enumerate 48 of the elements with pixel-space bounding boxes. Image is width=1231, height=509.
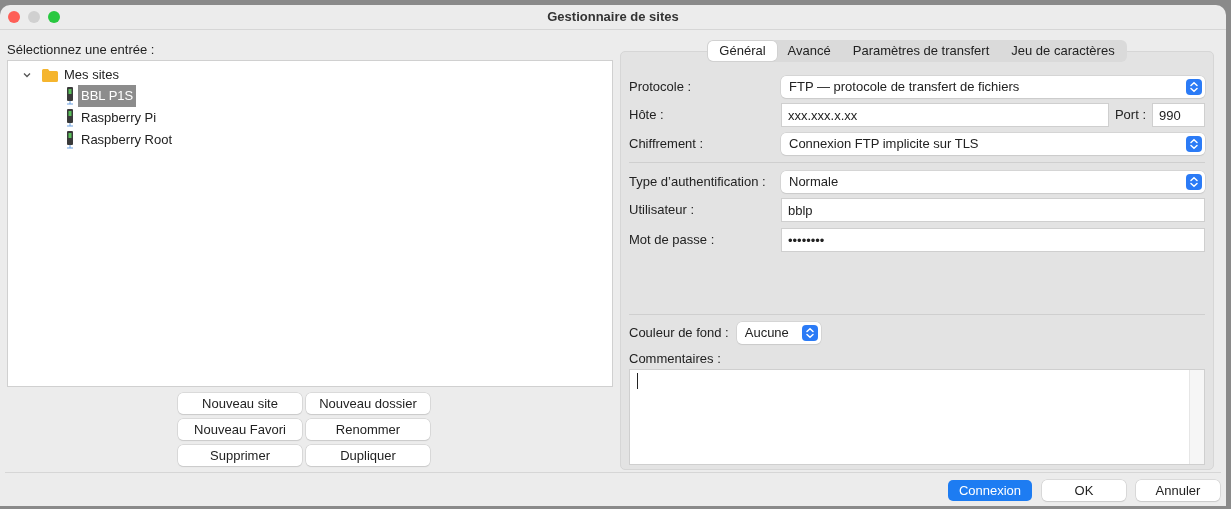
site-button[interactable]: Nouveau site [178, 393, 302, 414]
tab[interactable]: Avancé [776, 41, 842, 61]
window-title: Gestionnaire de sites [547, 8, 679, 27]
field-label: Couleur de fond : [629, 324, 729, 343]
auth-type-select[interactable]: Normale [781, 170, 1205, 193]
site-button[interactable]: Supprimer [178, 445, 302, 466]
server-icon [66, 109, 74, 127]
site-button[interactable]: Renommer [306, 419, 430, 440]
server-icon [66, 131, 74, 149]
tree-item[interactable]: Raspberry Root [78, 129, 176, 151]
site-button[interactable]: Dupliquer [306, 445, 430, 466]
stepper-icon [1186, 135, 1202, 152]
field-label: Utilisateur : [629, 201, 696, 220]
field-label: Protocole : [629, 77, 693, 96]
protocol-select[interactable]: FTP — protocole de transfert de fichiers [781, 75, 1205, 98]
color-select[interactable]: Aucune [736, 322, 821, 344]
minimize-button[interactable] [28, 11, 40, 23]
site-button[interactable]: Nouveau dossier [306, 393, 430, 414]
field-label: Type d’authentification : [629, 172, 767, 191]
dialog-button[interactable]: Annuler [1136, 480, 1220, 501]
folder-icon [42, 68, 58, 82]
field-label: Chiffrement : [629, 134, 705, 153]
stepper-icon [801, 325, 818, 341]
tab[interactable]: Général [708, 41, 777, 61]
comments-field[interactable] [629, 369, 1205, 465]
field-label: Hôte : [629, 106, 665, 125]
port-field[interactable]: 990 [1152, 103, 1205, 127]
password-field[interactable]: •••••••• [781, 228, 1205, 252]
tab[interactable]: Paramètres de transfert [841, 41, 1001, 61]
field-label: Commentaires : [629, 350, 722, 368]
stepper-icon [1186, 78, 1202, 95]
tree-item[interactable]: Raspberry Pi [78, 107, 160, 129]
user-field[interactable]: bblp [781, 198, 1205, 222]
dialog-button[interactable]: OK [1042, 480, 1126, 501]
chevron-icon[interactable] [22, 70, 32, 80]
stepper-icon [1186, 173, 1202, 190]
host-field[interactable]: xxx.xxx.x.xx [781, 103, 1109, 127]
tab[interactable]: Jeu de caractères [1000, 41, 1126, 61]
dialog-button[interactable]: Connexion [948, 480, 1032, 501]
tree-item[interactable]: Mes sites [64, 65, 119, 85]
tree-label: Sélectionnez une entrée : [7, 41, 156, 59]
close-button[interactable] [8, 11, 20, 23]
site-button[interactable]: Nouveau Favori [178, 419, 302, 440]
zoom-button[interactable] [48, 11, 60, 23]
field-label: Mot de passe : [629, 231, 716, 250]
server-icon [66, 87, 74, 105]
field-label: Port : [1114, 106, 1146, 125]
encryption-select[interactable]: Connexion FTP implicite sur TLS [781, 132, 1205, 155]
